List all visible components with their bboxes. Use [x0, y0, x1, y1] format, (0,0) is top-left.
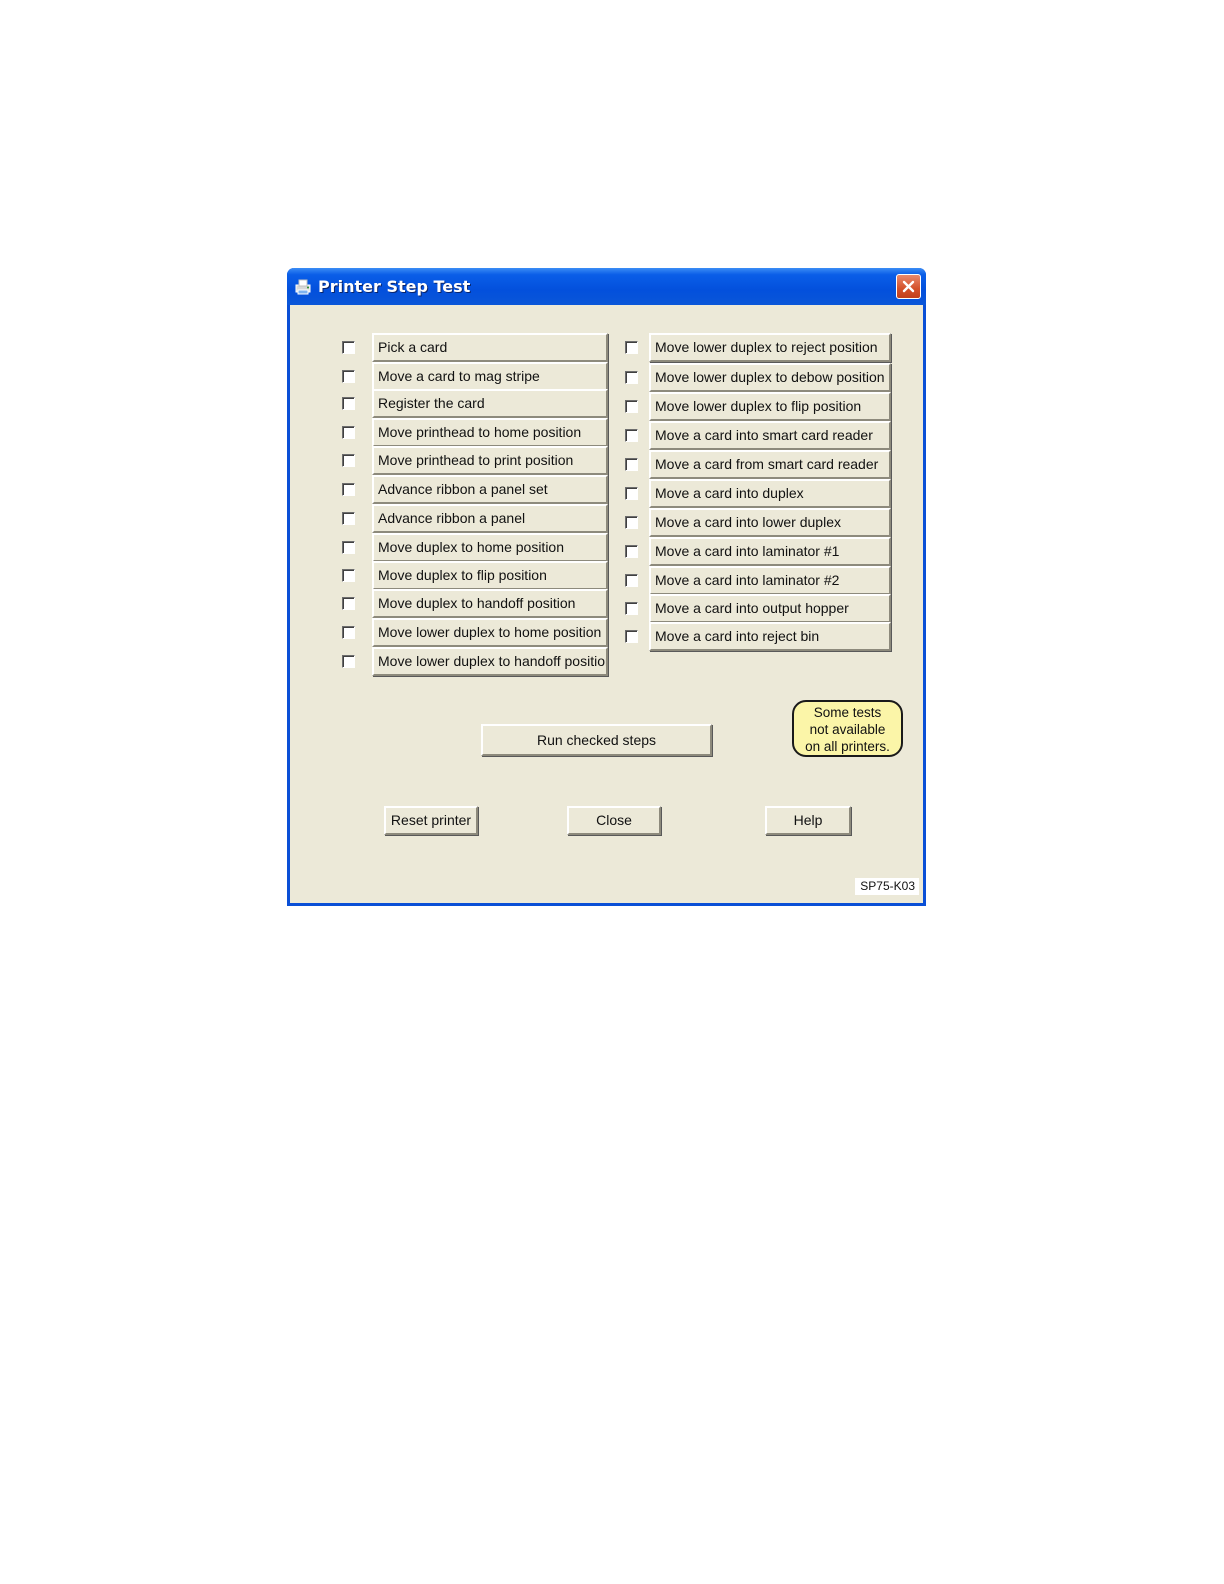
step-button[interactable]: Move a card into laminator #1	[649, 537, 891, 566]
step-checkbox[interactable]	[625, 487, 638, 500]
step-button[interactable]: Register the card	[372, 389, 608, 418]
step-checkbox[interactable]	[625, 341, 638, 354]
step-button[interactable]: Move lower duplex to home position	[372, 618, 608, 647]
step-checkbox[interactable]	[625, 516, 638, 529]
window-close-button[interactable]	[896, 274, 921, 299]
step-button[interactable]: Move lower duplex to reject position	[649, 333, 891, 362]
step-checkbox[interactable]	[342, 426, 355, 439]
step-checkbox[interactable]	[342, 512, 355, 525]
printer-step-test-window: Printer Step Test Pick a card Move a car…	[287, 268, 926, 906]
step-checkbox[interactable]	[342, 541, 355, 554]
step-button[interactable]: Move a card into smart card reader	[649, 421, 891, 450]
step-checkbox[interactable]	[625, 371, 638, 384]
step-checkbox[interactable]	[342, 597, 355, 610]
step-checkbox[interactable]	[625, 630, 638, 643]
step-button[interactable]: Move duplex to flip position	[372, 561, 608, 590]
step-checkbox[interactable]	[625, 400, 638, 413]
step-checkbox[interactable]	[342, 370, 355, 383]
help-button[interactable]: Help	[765, 806, 851, 835]
step-button[interactable]: Move printhead to print position	[372, 446, 608, 475]
figure-code-label: SP75-K03	[855, 878, 919, 895]
step-button[interactable]: Pick a card	[372, 333, 608, 362]
step-button[interactable]: Move a card into lower duplex	[649, 508, 891, 537]
step-button[interactable]: Move lower duplex to flip position	[649, 392, 891, 421]
step-button[interactable]: Advance ribbon a panel	[372, 504, 608, 533]
step-button[interactable]: Advance ribbon a panel set	[372, 475, 608, 504]
step-checkbox[interactable]	[625, 458, 638, 471]
step-button[interactable]: Move a card into output hopper	[649, 594, 891, 623]
step-button[interactable]: Move duplex to home position	[372, 533, 608, 562]
close-icon	[902, 280, 915, 293]
step-button[interactable]: Move a card into reject bin	[649, 622, 891, 651]
step-button[interactable]: Move printhead to home position	[372, 418, 608, 447]
step-checkbox[interactable]	[625, 602, 638, 615]
step-checkbox[interactable]	[342, 626, 355, 639]
reset-printer-button[interactable]: Reset printer	[384, 806, 478, 835]
step-checkbox[interactable]	[342, 483, 355, 496]
step-checkbox[interactable]	[342, 454, 355, 467]
title-bar[interactable]: Printer Step Test	[287, 268, 926, 305]
note-line: not available	[809, 722, 886, 737]
step-button[interactable]: Move a card into duplex	[649, 479, 891, 508]
step-button[interactable]: Move lower duplex to debow position	[649, 363, 891, 392]
note-line: on all printers.	[805, 739, 890, 754]
step-checkbox[interactable]	[342, 655, 355, 668]
note-line: Some tests	[813, 705, 882, 720]
step-checkbox[interactable]	[342, 341, 355, 354]
run-checked-steps-button[interactable]: Run checked steps	[481, 724, 712, 756]
window-title: Printer Step Test	[318, 277, 471, 296]
availability-note: Some tests not available on all printers…	[792, 700, 903, 757]
printer-icon	[295, 279, 311, 295]
close-button[interactable]: Close	[567, 806, 661, 835]
step-button[interactable]: Move a card to mag stripe	[372, 362, 608, 391]
step-checkbox[interactable]	[625, 545, 638, 558]
step-button[interactable]: Move lower duplex to handoff position	[372, 647, 608, 676]
step-checkbox[interactable]	[625, 429, 638, 442]
step-button[interactable]: Move a card into laminator #2	[649, 566, 891, 595]
step-checkbox[interactable]	[342, 569, 355, 582]
step-checkbox[interactable]	[342, 397, 355, 410]
step-button[interactable]: Move duplex to handoff position	[372, 589, 608, 618]
step-button[interactable]: Move a card from smart card reader	[649, 450, 891, 479]
step-checkbox[interactable]	[625, 574, 638, 587]
